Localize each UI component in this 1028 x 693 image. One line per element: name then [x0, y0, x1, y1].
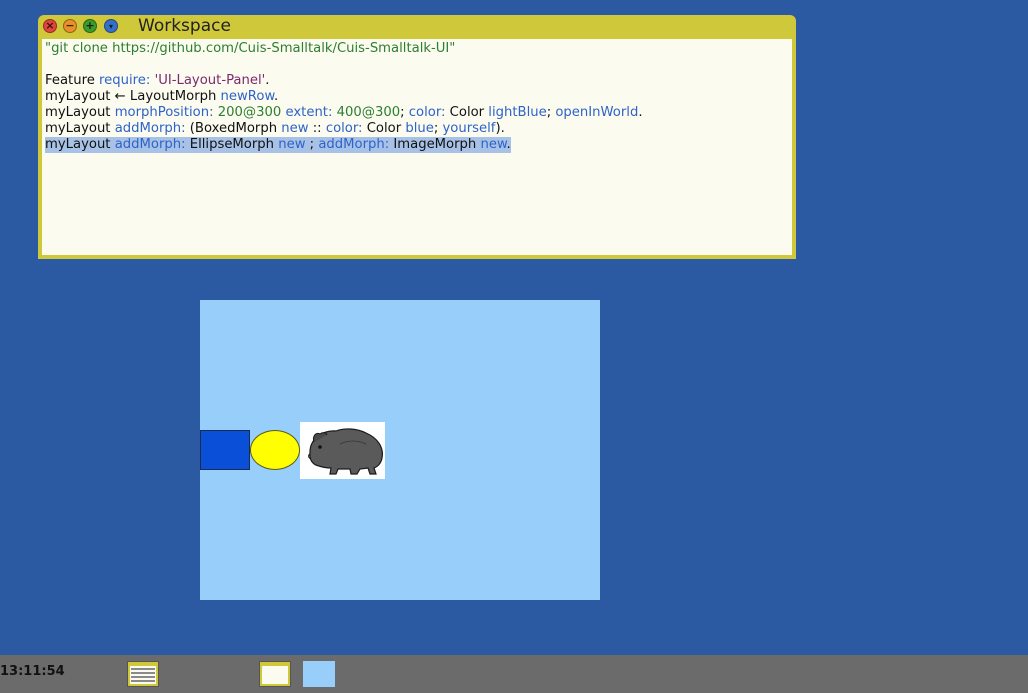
code-line-5[interactable]: myLayout morphPosition: 200@300 extent: … — [45, 105, 643, 121]
ellipse-morph[interactable] — [250, 430, 300, 470]
capybara-icon — [308, 428, 383, 475]
token: Color — [366, 121, 406, 136]
token: new — [278, 137, 310, 152]
token: extent: — [285, 105, 337, 120]
token: blue — [405, 121, 434, 136]
code-editor[interactable]: "git clone https://github.com/Cuis-Small… — [42, 39, 792, 255]
code-line-4[interactable]: myLayout ← LayoutMorph newRow. — [45, 89, 278, 105]
maximize-button[interactable]: + — [83, 19, 97, 33]
token: yourself — [442, 121, 496, 136]
code-line-3[interactable]: Feature require: 'UI-Layout-Panel'. — [45, 73, 269, 89]
token: myLayout ← LayoutMorph — [45, 89, 221, 104]
token: lightBlue — [488, 105, 547, 120]
code-line-6[interactable]: myLayout addMorph: (BoxedMorph new :: co… — [45, 121, 505, 137]
token: EllipseMorph — [189, 137, 279, 152]
token: openInWorld — [555, 105, 639, 120]
token: . — [506, 137, 511, 152]
token: addMorph: — [114, 121, 190, 136]
token: 200@300 — [217, 105, 286, 120]
minimize-button[interactable]: − — [63, 19, 77, 33]
token: . — [638, 105, 643, 120]
token: :: — [312, 121, 326, 136]
token: . — [265, 73, 270, 88]
token: Feature — [45, 73, 100, 88]
taskbar-thumb-layout-morph[interactable] — [303, 661, 335, 687]
window-menu-button[interactable]: ▾ — [104, 19, 118, 33]
token: color: — [408, 105, 450, 120]
taskbar-thumb-workspace[interactable] — [127, 661, 159, 687]
token: myLayout — [45, 105, 115, 120]
token: color: — [325, 121, 367, 136]
token: addMorph: — [114, 137, 190, 152]
token: 'UI-Layout-Panel' — [154, 73, 266, 88]
layout-morph[interactable] — [200, 300, 600, 600]
token: new — [281, 121, 313, 136]
token: Color — [449, 105, 489, 120]
clock: 13:11:54 — [0, 664, 65, 679]
token: myLayout — [45, 137, 115, 152]
token: ; — [400, 105, 409, 120]
code-line-7-selected[interactable]: myLayout addMorph: EllipseMorph new ; ad… — [45, 137, 511, 153]
token: addMorph: — [318, 137, 394, 152]
comment-text: "git clone https://github.com/Cuis-Small… — [45, 41, 456, 56]
window-title: Workspace — [138, 16, 231, 36]
workspace-window[interactable]: × − + ▾ Workspace "git clone https://git… — [38, 15, 796, 259]
token: new — [480, 137, 507, 152]
token: (BoxedMorph — [189, 121, 282, 136]
image-morph[interactable] — [300, 422, 385, 479]
token: myLayout — [45, 121, 115, 136]
token: newRow — [220, 89, 275, 104]
close-button[interactable]: × — [43, 19, 57, 33]
token: ImageMorph — [393, 137, 481, 152]
token: morphPosition: — [114, 105, 218, 120]
token: 400@300 — [336, 105, 401, 120]
token: ). — [495, 121, 505, 136]
taskbar: 13:11:54 — [0, 655, 1028, 693]
token: . — [274, 89, 279, 104]
code-line-1[interactable]: "git clone https://github.com/Cuis-Small… — [45, 41, 455, 57]
token: require: — [99, 73, 155, 88]
taskbar-thumb-window[interactable] — [259, 661, 291, 687]
boxed-morph[interactable] — [200, 430, 250, 470]
title-bar[interactable]: × − + ▾ Workspace — [38, 15, 796, 37]
